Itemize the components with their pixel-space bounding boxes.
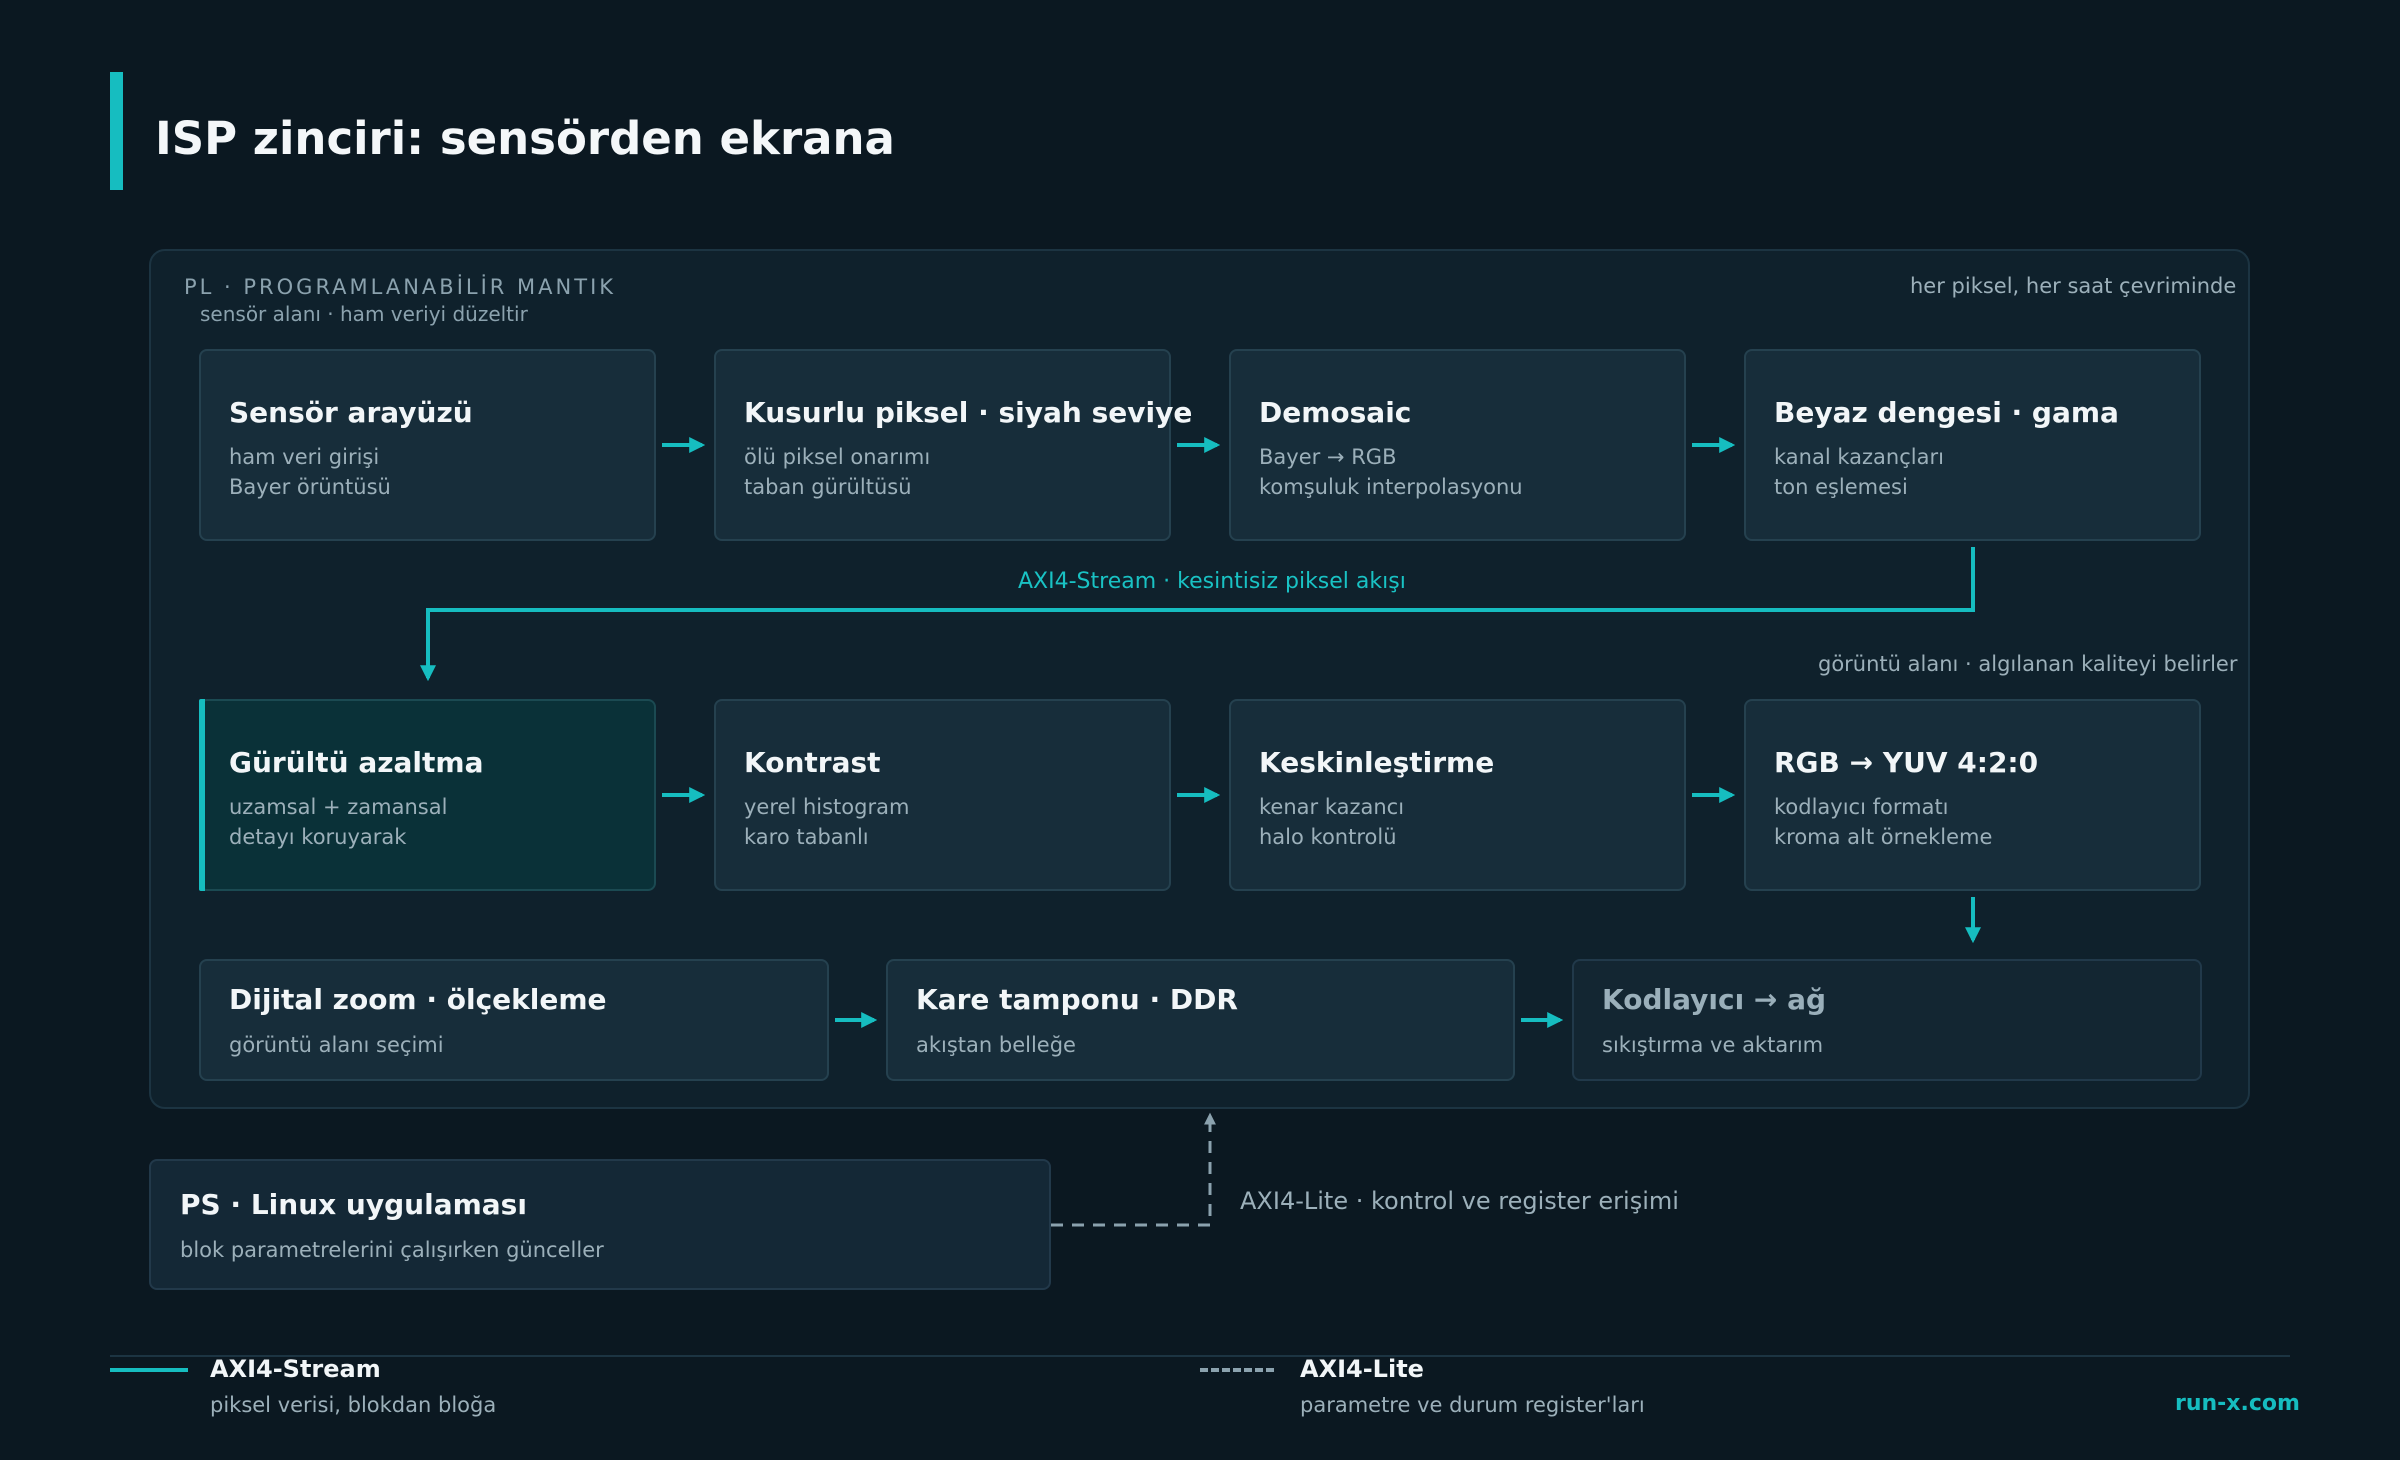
legend-lite-swatch (1200, 1368, 1274, 1372)
legend-lite-title: AXI4-Lite (1300, 1355, 1424, 1383)
stream-wrap-arrow (420, 547, 1975, 682)
brand-logo-text[interactable]: run-x.com (2175, 1391, 2300, 1416)
legend-stream-title: AXI4-Stream (210, 1355, 381, 1383)
axi-lite-dashed-arrow (1051, 1112, 1216, 1227)
legend-stream-subtitle: piksel verisi, blokdan bloğa (210, 1393, 497, 1417)
connector-layer (420, 437, 1981, 1227)
legend-lite-subtitle: parametre ve durum register'ları (1300, 1393, 1645, 1417)
legend-stream-swatch (110, 1368, 188, 1372)
footer-divider (110, 1355, 2290, 1357)
